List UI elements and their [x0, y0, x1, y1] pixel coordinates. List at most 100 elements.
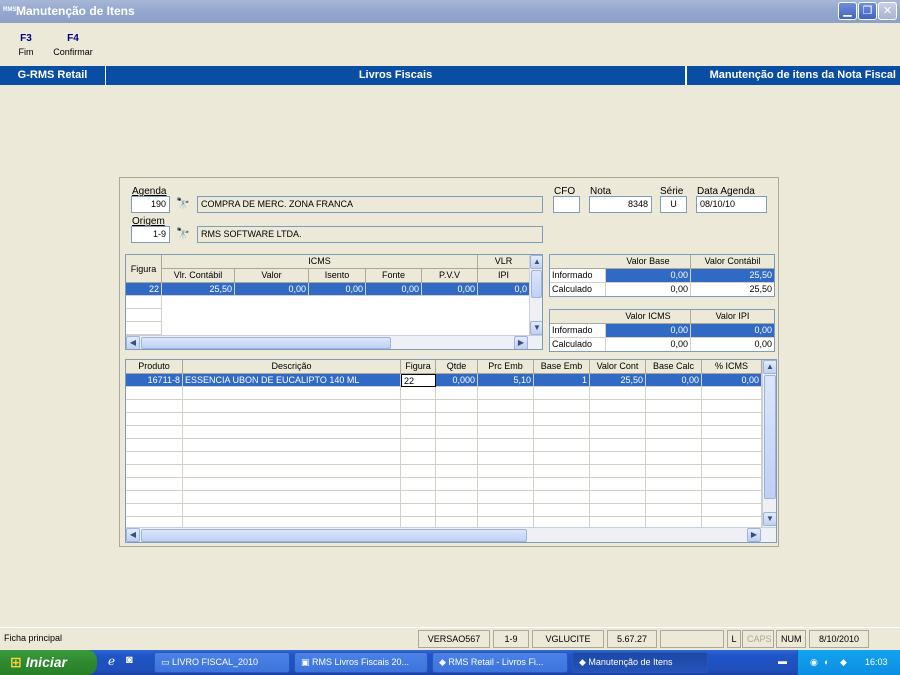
empty-grid-cell[interactable] [478, 426, 534, 439]
f3-fim-button[interactable]: F3 Fim [14, 33, 38, 57]
taskbar-item-manutencao[interactable]: ◆ Manutenção de Itens [572, 652, 708, 673]
item-descricao[interactable]: ESSENCIA UBON DE EUCALIPTO 140 ML [183, 374, 401, 387]
base-informado-valor-contabil[interactable]: 25,50 [691, 269, 774, 283]
empty-grid-cell[interactable] [646, 439, 702, 452]
empty-grid-cell[interactable] [401, 413, 436, 426]
item-prc-emb[interactable]: 5,10 [478, 374, 534, 387]
empty-grid-cell[interactable] [126, 439, 183, 452]
empty-grid-cell[interactable] [126, 478, 183, 491]
empty-grid-cell[interactable] [436, 413, 478, 426]
empty-grid-cell[interactable] [183, 387, 401, 400]
empty-grid-cell[interactable] [401, 504, 436, 517]
empty-grid-cell[interactable] [126, 452, 183, 465]
icms-row-figura[interactable]: 22 [126, 283, 162, 296]
data-agenda-input[interactable]: 08/10/10 [696, 196, 767, 213]
empty-grid-cell[interactable] [590, 426, 646, 439]
empty-grid-cell[interactable] [183, 478, 401, 491]
close-button[interactable]: ✕ [878, 2, 897, 20]
empty-grid-cell[interactable] [401, 387, 436, 400]
icms-row-cell[interactable]: 0,00 [309, 283, 366, 296]
ie-icon[interactable]: ℯ [108, 654, 115, 668]
network-icon[interactable]: ◉ [810, 650, 818, 675]
scroll-up-icon[interactable]: ▲ [530, 255, 542, 269]
maximize-button[interactable]: ❐ [858, 2, 877, 20]
empty-grid-cell[interactable] [126, 400, 183, 413]
scroll-thumb[interactable] [141, 337, 391, 349]
empty-grid-cell[interactable] [534, 491, 590, 504]
empty-grid-cell[interactable] [401, 426, 436, 439]
scroll-thumb[interactable] [141, 529, 527, 542]
empty-grid-cell[interactable] [534, 400, 590, 413]
item-base-emb[interactable]: 1 [534, 374, 590, 387]
empty-grid-cell[interactable] [590, 452, 646, 465]
scroll-right-icon[interactable]: ▶ [514, 336, 528, 349]
empty-grid-cell[interactable] [646, 504, 702, 517]
empty-grid-cell[interactable] [534, 413, 590, 426]
items-grid-hscrollbar[interactable]: ◀ ▶ [126, 527, 776, 542]
scroll-right-icon[interactable]: ▶ [747, 528, 761, 542]
scroll-down-icon[interactable]: ▼ [530, 321, 542, 335]
empty-grid-cell[interactable] [534, 439, 590, 452]
empty-grid-cell[interactable] [646, 426, 702, 439]
empty-grid-cell[interactable] [436, 439, 478, 452]
empty-grid-cell[interactable] [646, 491, 702, 504]
empty-grid-cell[interactable] [436, 400, 478, 413]
empty-grid-cell[interactable] [183, 452, 401, 465]
empty-grid-cell[interactable] [183, 439, 401, 452]
item-base-calc[interactable]: 0,00 [646, 374, 702, 387]
empty-grid-cell[interactable] [702, 452, 762, 465]
empty-grid-cell[interactable] [590, 400, 646, 413]
serie-input[interactable]: U [660, 196, 687, 213]
desktop-icon[interactable]: ◙ [126, 654, 133, 666]
icms-informado-valor-icms[interactable]: 0,00 [606, 324, 691, 338]
empty-grid-cell[interactable] [436, 452, 478, 465]
empty-grid-cell[interactable] [646, 387, 702, 400]
empty-grid-cell[interactable] [646, 465, 702, 478]
nota-input[interactable]: 8348 [589, 196, 652, 213]
empty-grid-cell[interactable] [534, 504, 590, 517]
empty-grid-cell[interactable] [436, 426, 478, 439]
empty-grid-cell[interactable] [590, 478, 646, 491]
start-button[interactable]: ⊞ Iniciar [0, 650, 97, 675]
icms-row-cell[interactable]: 0,0 [478, 283, 530, 296]
empty-grid-cell[interactable] [702, 465, 762, 478]
empty-grid-cell[interactable] [702, 439, 762, 452]
empty-grid-cell[interactable] [702, 478, 762, 491]
icms-grid-vscrollbar[interactable]: ▲ ▼ [529, 255, 542, 335]
empty-grid-cell[interactable] [534, 452, 590, 465]
empty-grid-cell[interactable] [126, 465, 183, 478]
empty-grid-cell[interactable] [126, 413, 183, 426]
agenda-search-binoculars-icon[interactable]: 🔭 [174, 196, 192, 213]
empty-grid-cell[interactable] [702, 387, 762, 400]
cfo-input[interactable] [553, 196, 580, 213]
empty-grid-cell[interactable] [126, 491, 183, 504]
empty-grid-cell[interactable] [401, 465, 436, 478]
empty-grid-cell[interactable] [534, 426, 590, 439]
empty-grid-cell[interactable] [126, 387, 183, 400]
f4-confirmar-button[interactable]: F4 Confirmar [50, 33, 96, 57]
keyboard-icon[interactable]: ▬ [778, 656, 787, 666]
origem-input[interactable]: 1-9 [131, 226, 170, 243]
icms-row-cell[interactable]: 0,00 [366, 283, 422, 296]
minimize-button[interactable]: ▁ [838, 2, 857, 20]
empty-grid-cell[interactable] [436, 387, 478, 400]
items-grid-vscrollbar[interactable]: ▲ ▼ [762, 360, 776, 527]
empty-grid-cell[interactable] [646, 413, 702, 426]
item-qtde[interactable]: 0,000 [436, 374, 478, 387]
empty-grid-cell[interactable] [401, 400, 436, 413]
empty-grid-cell[interactable] [478, 504, 534, 517]
empty-grid-cell[interactable] [534, 387, 590, 400]
item-valor-cont[interactable]: 25,50 [590, 374, 646, 387]
empty-grid-cell[interactable] [436, 478, 478, 491]
item-pct-icms[interactable]: 0,00 [702, 374, 762, 387]
empty-grid-cell[interactable] [183, 465, 401, 478]
empty-grid-cell[interactable] [646, 452, 702, 465]
icms-grid-hscrollbar[interactable]: ◀ ▶ [126, 335, 542, 349]
scroll-down-icon[interactable]: ▼ [763, 512, 776, 526]
icms-row-cell[interactable]: 25,50 [162, 283, 235, 296]
scroll-left-icon[interactable]: ◀ [126, 336, 140, 349]
item-figura-editor[interactable]: 22 [401, 374, 436, 387]
empty-grid-cell[interactable] [183, 400, 401, 413]
base-informado-valor-base[interactable]: 0,00 [606, 269, 691, 283]
empty-grid-cell[interactable] [646, 478, 702, 491]
